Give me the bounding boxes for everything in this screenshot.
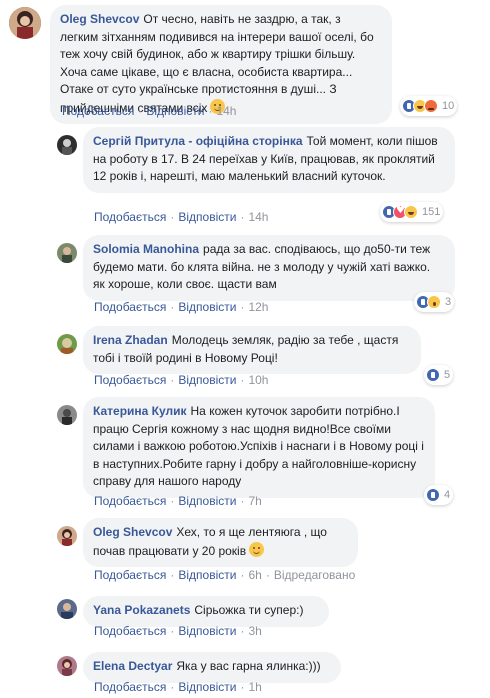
comment-bubble: Solomia Manohina рада за вас. сподіваюсь,… [83,235,455,301]
edited-label[interactable]: Відредаговано [274,568,355,582]
like-link[interactable]: Подобається [94,494,166,508]
comment-bubble: Сергій Притула - офіційна сторінка Той мо… [83,127,455,193]
comment-author[interactable]: Elena Dectyar [93,659,172,673]
avatar[interactable] [57,334,77,354]
avatar[interactable] [57,526,77,546]
reply-link[interactable]: Відповісти [178,680,236,694]
avatar-photo [57,599,77,619]
avatar[interactable] [57,243,77,263]
comment-bubble: Irena Zhadan Молодець земляк, радію за те… [83,326,421,374]
comment-author[interactable]: Сергій Притула - офіційна сторінка [93,134,303,148]
avatar-photo [57,405,77,425]
avatar[interactable] [57,656,77,676]
like-link[interactable]: Подобається [94,624,166,638]
reply-link[interactable]: Відповісти [146,104,204,118]
comment-actions: Подобається · Відповісти · 12h [94,300,269,314]
comment-bubble: Oleg Shevcov Хех, то я ще лентяюга , що п… [83,518,358,567]
comment-time[interactable]: 14h [248,210,268,224]
like-reaction-icon [426,368,440,382]
avatar[interactable] [57,135,77,155]
comment-bubble: Катерина Кулик На кожен куточок заробити … [83,397,435,498]
comment-time[interactable]: 12h [248,300,268,314]
comment-author[interactable]: Oleg Shevcov [60,12,139,26]
reply-link[interactable]: Відповісти [178,300,236,314]
like-link[interactable]: Подобається [94,680,166,694]
comment-time[interactable]: 6h [248,568,261,582]
comment-bubble: Elena Dectyar Яка у вас гарна ялинка:))) [83,652,341,683]
reply-link[interactable]: Відповісти [178,568,236,582]
like-link[interactable]: Подобається [62,104,134,118]
comment-actions: Подобається · Відповісти · 1h [94,680,262,694]
comment-time[interactable]: 3h [248,624,261,638]
avatar-photo [57,656,77,676]
comment-author[interactable]: Irena Zhadan [93,333,168,347]
reaction-count: 151 [422,206,441,218]
like-link[interactable]: Подобається [94,373,166,387]
angry-reaction-icon [424,99,438,113]
comment-time[interactable]: 14h [216,104,236,118]
comment-author[interactable]: Yana Pokazanets [93,603,190,617]
comment-actions: Подобається · Відповісти · 6h · Відредаговано [94,568,356,582]
comment-bubble: Yana Pokazanets Сірьожка ти супер:) [83,596,329,627]
reply-link[interactable]: Відповісти [178,494,236,508]
comment-author[interactable]: Solomia Manohina [93,242,199,256]
avatar-photo [57,334,77,354]
reaction-count: 3 [445,296,452,308]
comment-actions: Подобається · Відповісти · 10h [94,373,269,387]
avatar-photo [57,243,77,263]
comment-time[interactable]: 10h [248,373,268,387]
comment-actions: Подобається · Відповісти · 3h [94,624,262,638]
avatar-photo [9,7,41,39]
smile-emoji-icon [249,541,265,557]
reaction-count: 4 [444,489,451,501]
reaction-summary[interactable]: 151 [380,202,444,222]
like-link[interactable]: Подобається [94,210,166,224]
haha-reaction-icon [404,205,418,219]
like-link[interactable]: Подобається [94,568,166,582]
avatar[interactable] [57,599,77,619]
reply-link[interactable]: Відповісти [178,373,236,387]
comment-time[interactable]: 1h [248,680,261,694]
comment-author[interactable]: Oleg Shevcov [93,525,172,539]
reaction-count: 10 [442,100,455,112]
comment-actions: Подобається · Відповісти · 7h [94,494,262,508]
reaction-count: 5 [444,369,451,381]
reply-link[interactable]: Відповісти [178,624,236,638]
avatar-photo [57,526,77,546]
reaction-summary[interactable]: 5 [424,365,454,385]
comment-author[interactable]: Катерина Кулик [93,404,187,418]
comment-text: Сірьожка ти супер:) [194,603,304,617]
wow-reaction-icon [427,295,441,309]
reaction-summary[interactable]: 10 [400,96,458,116]
comment-actions: Подобається · Відповісти · 14h [62,104,237,118]
reaction-summary[interactable]: 4 [424,485,454,505]
avatar-photo [57,135,77,155]
comment-time[interactable]: 7h [248,494,261,508]
comment-actions: Подобається · Відповісти · 14h [94,210,269,224]
avatar[interactable] [57,405,77,425]
like-link[interactable]: Подобається [94,300,166,314]
avatar[interactable] [9,7,41,39]
reply-link[interactable]: Відповісти [178,210,236,224]
like-reaction-icon [426,488,440,502]
reaction-summary[interactable]: 3 [414,292,455,312]
comment-text: Яка у вас гарна ялинка:))) [176,659,321,673]
